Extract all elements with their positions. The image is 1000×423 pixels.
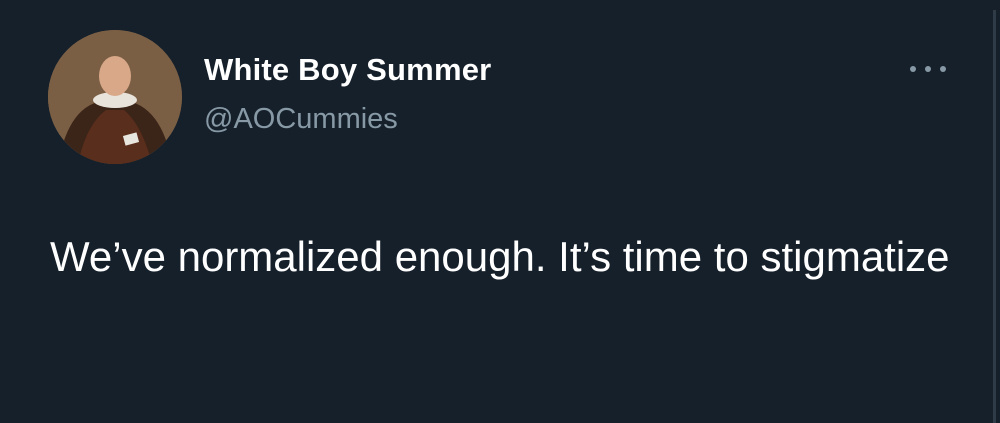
tweet-card: White Boy Summer @AOCummies We’ve normal… (0, 0, 1000, 423)
more-dot (910, 66, 916, 72)
more-options-icon[interactable] (910, 62, 946, 76)
scrollbar[interactable] (993, 10, 996, 423)
author-handle[interactable]: @AOCummies (204, 103, 398, 136)
more-dot (940, 66, 946, 72)
author-display-name[interactable]: White Boy Summer (204, 52, 491, 88)
avatar[interactable] (48, 30, 182, 164)
tweet-text: We’ve normalized enough. It’s time to st… (50, 233, 950, 280)
avatar-portrait (48, 30, 182, 164)
more-dot (925, 66, 931, 72)
